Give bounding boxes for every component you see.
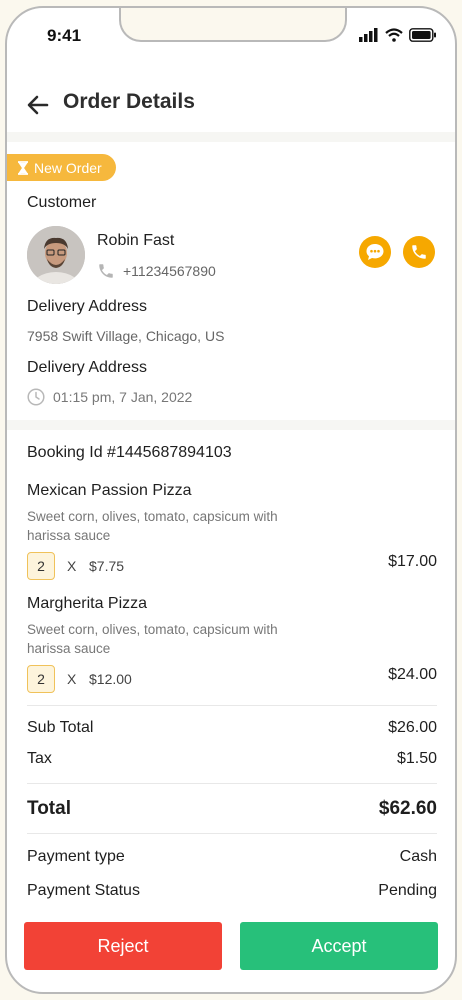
new-order-badge: New Order: [7, 154, 116, 181]
total-value: $62.60: [378, 798, 437, 819]
divider: [27, 833, 437, 834]
hourglass-icon: [18, 160, 28, 175]
delivery-address-label: Delivery Address: [27, 298, 148, 315]
customer-phone-number: +11234567890: [123, 263, 216, 279]
item-line-total: $24.00: [388, 666, 437, 683]
item-unit-price: $12.00: [89, 671, 132, 687]
multiply-sign: X: [67, 671, 77, 687]
chat-button[interactable]: [359, 236, 391, 268]
item-quantity[interactable]: 2: [27, 665, 55, 693]
multiply-sign: X: [67, 558, 77, 574]
payment-status-value: Pending: [378, 882, 437, 899]
customer-name: Robin Fast: [97, 232, 175, 249]
item-name: Mexican Passion Pizza: [27, 482, 192, 499]
chat-icon: [366, 244, 384, 260]
avatar: [27, 226, 85, 284]
reject-button[interactable]: Reject: [24, 922, 222, 970]
phone-icon: [412, 245, 426, 259]
section-divider: [7, 420, 455, 430]
phone-icon: [99, 264, 113, 278]
total-label: Total: [27, 798, 71, 819]
payment-status-label: Payment Status: [27, 882, 140, 899]
call-button[interactable]: [403, 236, 435, 268]
item-quantity[interactable]: 2: [27, 552, 55, 580]
page-title: Order Details: [63, 90, 195, 113]
wifi-icon: [385, 28, 403, 42]
signal-icon: [359, 28, 378, 42]
delivery-time-label: Delivery Address: [27, 359, 148, 376]
avatar-image: [27, 226, 85, 284]
subtotal-value: $26.00: [388, 719, 437, 736]
battery-icon: [409, 28, 436, 42]
customer-section-label: Customer: [27, 194, 97, 211]
status-icons: [359, 28, 437, 42]
payment-type-value: Cash: [399, 848, 437, 865]
divider: [27, 783, 437, 784]
back-arrow-icon[interactable]: [25, 92, 51, 118]
notch: [119, 8, 347, 42]
item-line-total: $17.00: [388, 553, 437, 570]
delivery-time-value: 01:15 pm, 7 Jan, 2022: [53, 389, 193, 405]
phone-frame: 9:41 Order Details New Order Customer Ro…: [5, 6, 457, 994]
customer-phone: +11234567890: [97, 262, 216, 280]
tax-label: Tax: [27, 750, 52, 767]
item-name: Margherita Pizza: [27, 595, 148, 612]
booking-id: Booking Id #1445687894103: [27, 444, 232, 461]
header-divider: [7, 132, 455, 142]
divider: [27, 705, 437, 706]
badge-label: New Order: [34, 159, 102, 176]
item-unit-price: $7.75: [89, 558, 125, 574]
clock-icon: [27, 388, 45, 406]
payment-type-label: Payment type: [27, 848, 125, 865]
subtotal-label: Sub Total: [27, 719, 94, 736]
delivery-address: 7958 Swift Village, Chicago, US: [27, 328, 225, 344]
tax-value: $1.50: [396, 750, 437, 767]
status-time: 9:41: [47, 26, 82, 45]
delivery-time: 01:15 pm, 7 Jan, 2022: [27, 388, 192, 406]
app-header: Order Details: [7, 76, 455, 134]
accept-button[interactable]: Accept: [240, 922, 438, 970]
item-description: Sweet corn, olives, tomato, capsicum wit…: [27, 622, 278, 656]
item-description: Sweet corn, olives, tomato, capsicum wit…: [27, 509, 278, 543]
